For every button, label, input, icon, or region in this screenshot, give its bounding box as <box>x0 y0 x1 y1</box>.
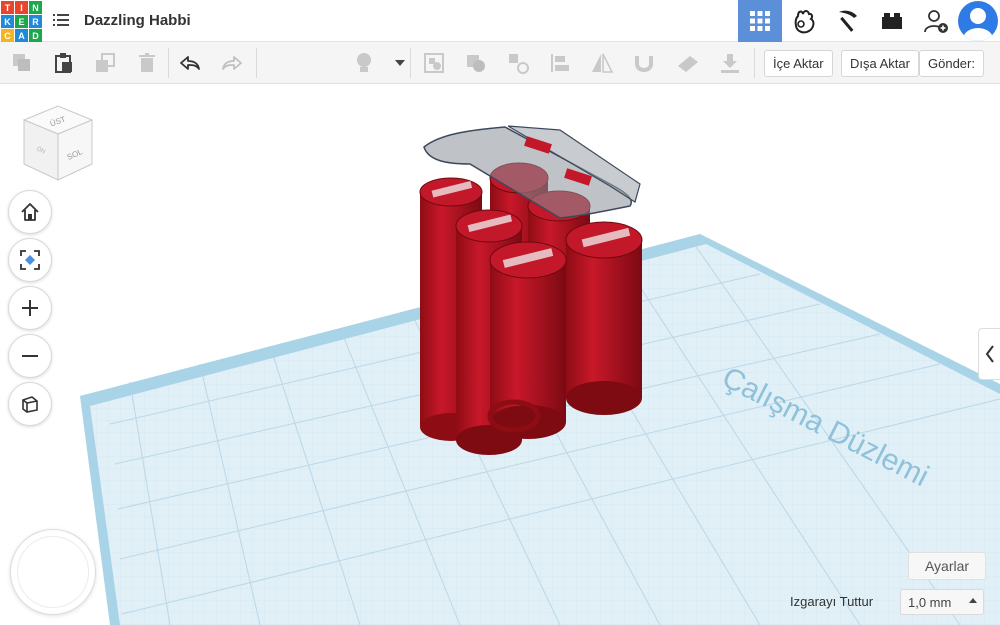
duplicate-icon[interactable] <box>93 51 117 75</box>
fit-view-button[interactable] <box>8 238 52 282</box>
snap-grid-value: 1,0 mm <box>908 594 952 610</box>
align-left-icon[interactable] <box>548 51 572 75</box>
tinkercad-editor: TIN KER CAD Dazzling Habbi İçe Aktar Dışa … <box>0 0 1000 625</box>
logo-letter: D <box>29 29 42 42</box>
perspective-cube-icon <box>22 396 38 413</box>
ungroup-icon[interactable] <box>464 51 488 75</box>
shapes-panel-toggle[interactable] <box>978 328 1000 380</box>
chevron-left-icon <box>985 345 994 363</box>
paste-icon[interactable] <box>52 51 76 75</box>
brick-icon <box>882 13 902 29</box>
settings-button[interactable]: Ayarlar <box>908 552 986 580</box>
user-avatar[interactable] <box>958 1 998 41</box>
cylinder-front[interactable] <box>490 260 566 422</box>
plus-icon <box>22 300 38 316</box>
logo-letter: E <box>15 15 28 28</box>
logo-letter: C <box>1 29 14 42</box>
caret-up-icon <box>969 598 977 603</box>
design-menu-icon[interactable] <box>52 11 70 29</box>
lego-button[interactable] <box>870 0 914 42</box>
delete-icon[interactable] <box>135 51 159 75</box>
mirror-icon[interactable] <box>590 51 614 75</box>
logo-letter: T <box>1 1 14 14</box>
logo-letter: I <box>15 1 28 14</box>
align-icon[interactable] <box>506 51 530 75</box>
logo-letter: A <box>15 29 28 42</box>
3d-scene[interactable]: Çalışma Düzlemi <box>0 84 1000 625</box>
fit-view-icon <box>20 250 40 270</box>
snap-grid-select[interactable]: 1,0 mm <box>900 589 984 615</box>
edit-toolbar: İçe Aktar Dışa Aktar Gönder: <box>0 42 1000 84</box>
logo-letter: R <box>29 15 42 28</box>
chevron-down-icon[interactable] <box>388 51 412 75</box>
logo-letter: K <box>1 15 14 28</box>
export-button[interactable]: Dışa Aktar <box>841 50 919 77</box>
3d-workspace[interactable]: Çalışma Düzlemi ÜST SOL ÖN Ayarlar Izgar… <box>0 84 1000 625</box>
minus-icon <box>22 355 38 357</box>
zoom-in-button[interactable] <box>8 286 52 330</box>
grid-view-button[interactable] <box>738 0 782 42</box>
home-icon <box>21 203 39 221</box>
home-view-button[interactable] <box>8 190 52 234</box>
import-button[interactable]: İçe Aktar <box>764 50 833 77</box>
pickaxe-icon <box>839 10 857 32</box>
drop-to-workplane-icon[interactable] <box>718 51 742 75</box>
blocks-button[interactable] <box>782 0 826 42</box>
light-bulb-icon[interactable] <box>352 51 376 75</box>
orbit-joystick[interactable] <box>10 529 96 615</box>
send-to-button[interactable]: Gönder: <box>919 50 984 77</box>
cylinder-right[interactable] <box>566 240 642 398</box>
magnet-icon[interactable] <box>632 51 656 75</box>
undo-icon[interactable] <box>178 51 202 75</box>
design-title[interactable]: Dazzling Habbi <box>84 12 191 29</box>
perspective-toggle-button[interactable] <box>8 382 52 426</box>
hand-icon[interactable] <box>676 51 700 75</box>
redo-icon[interactable] <box>220 51 244 75</box>
group-icon[interactable] <box>422 51 446 75</box>
top-header: TIN KER CAD Dazzling Habbi <box>0 0 1000 42</box>
snap-grid-label: Izgarayı Tuttur <box>790 594 874 609</box>
add-user-icon <box>924 10 948 33</box>
tinkercad-team-icon <box>794 10 815 34</box>
invite-user-button[interactable] <box>914 0 958 42</box>
zoom-out-button[interactable] <box>8 334 52 378</box>
view-cube[interactable]: ÜST SOL ÖN <box>18 102 96 184</box>
tinkercad-logo[interactable]: TIN KER CAD <box>0 0 42 42</box>
bricks-button[interactable] <box>826 0 870 42</box>
copy-icon[interactable] <box>10 51 34 75</box>
avatar-icon <box>963 8 993 41</box>
grid-view-icon <box>750 11 770 31</box>
logo-letter: N <box>29 1 42 14</box>
